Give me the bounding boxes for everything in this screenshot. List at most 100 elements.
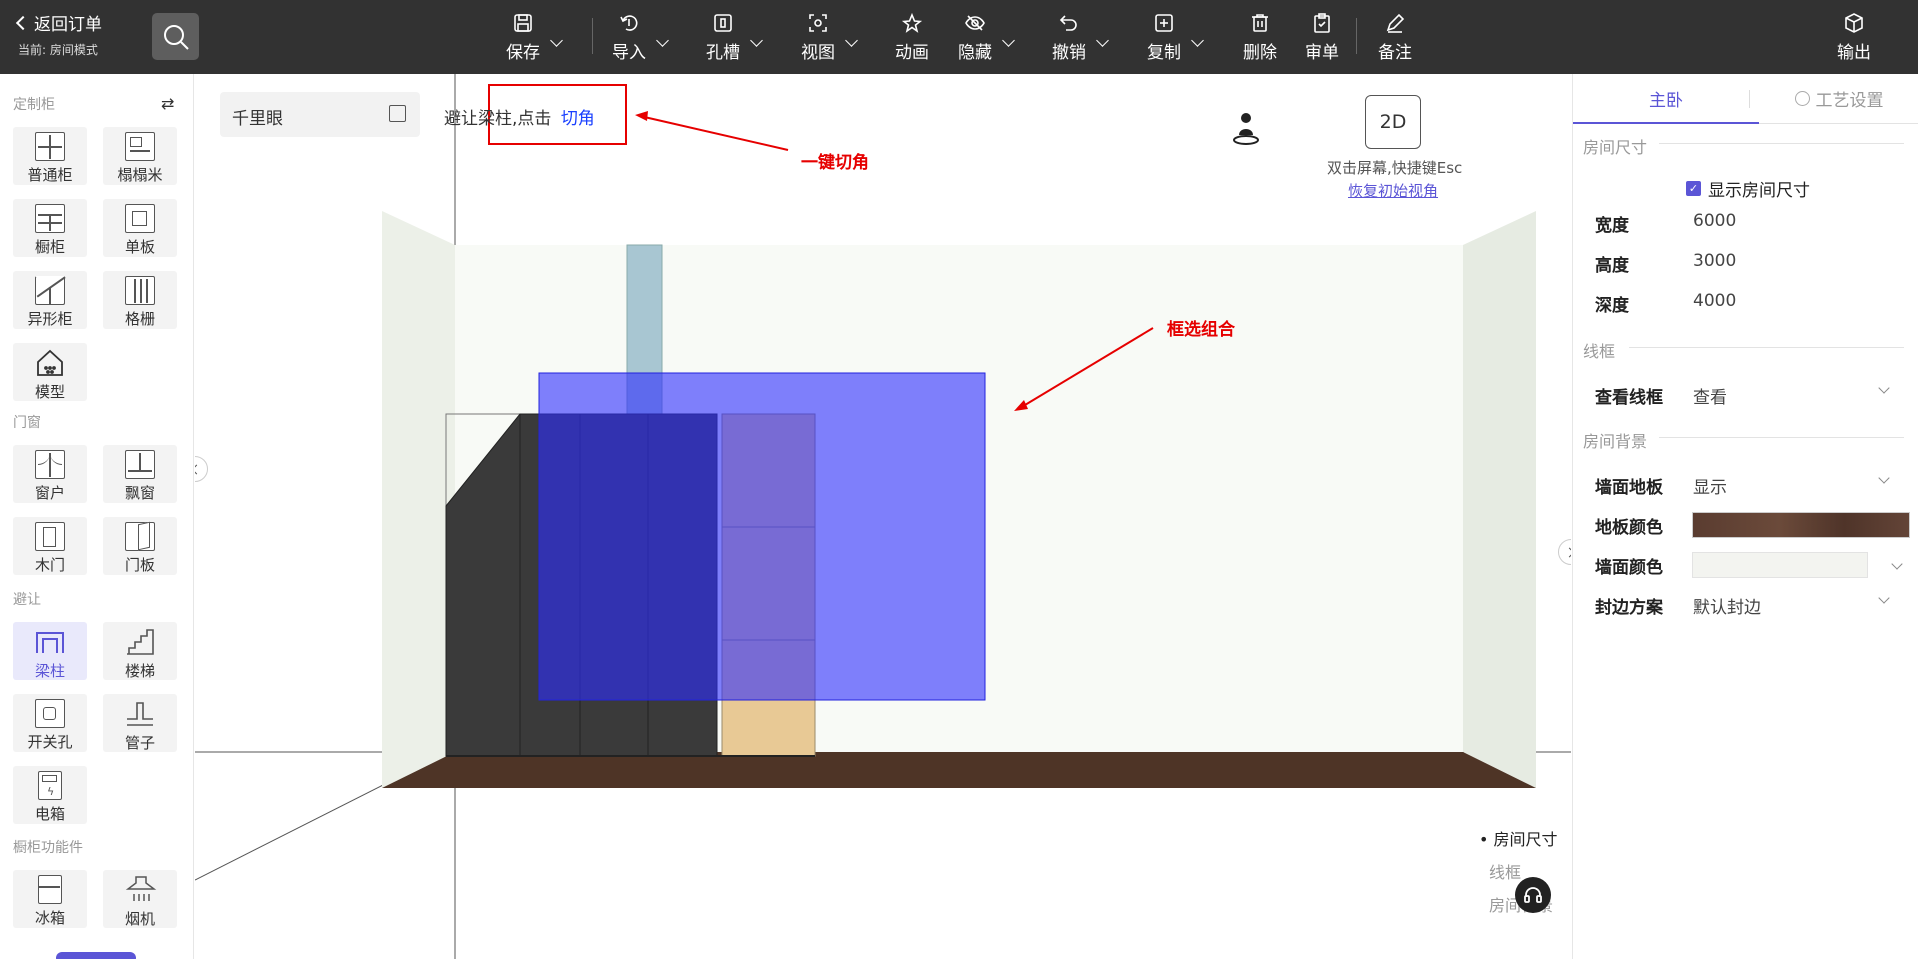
- room-size-title: 房间尺寸: [1583, 138, 1648, 157]
- check-icon: ✓: [1686, 181, 1701, 196]
- divider: [1659, 437, 1904, 438]
- item-label: 烟机: [124, 910, 155, 928]
- import-button[interactable]: 导入: [611, 6, 669, 68]
- edge-banding-select[interactable]: 默认封边: [1693, 593, 1761, 618]
- width-input[interactable]: 6000: [1693, 211, 1736, 231]
- chevron-down-icon: [656, 34, 669, 47]
- sidebar-item-beam-column[interactable]: 梁柱: [13, 622, 87, 680]
- stairs-icon: [125, 627, 155, 657]
- sidebar-item-panel[interactable]: 单板: [103, 199, 177, 257]
- item-label: 开关孔: [27, 733, 73, 751]
- sidebar-item-cabinet[interactable]: 普通柜: [13, 127, 87, 185]
- note-button[interactable]: 备注: [1377, 6, 1413, 68]
- door-icon: [35, 522, 65, 551]
- copy-label: 复制: [1147, 42, 1181, 63]
- wall-color-swatch[interactable]: [1692, 552, 1868, 578]
- export-button[interactable]: 输出: [1836, 6, 1872, 68]
- sidebar-item-bay-window[interactable]: 飘窗: [103, 445, 177, 503]
- bay-window-icon: [125, 450, 155, 479]
- save-button[interactable]: 保存: [505, 6, 563, 68]
- item-label: 楼梯: [124, 662, 155, 680]
- person-view-icon[interactable]: [1231, 110, 1261, 146]
- 3d-viewport[interactable]: 千里眼 避让梁柱,点击 切角 一键切角 框选组合 2D 双击屏幕,快捷键Esc …: [195, 74, 1571, 959]
- sidebar-item-pipe[interactable]: 管子: [103, 694, 177, 752]
- divider: [1629, 347, 1904, 348]
- floor-color-swatch[interactable]: [1692, 512, 1910, 538]
- sidebar-item-stairs[interactable]: 楼梯: [103, 622, 177, 680]
- review-icon: [1314, 12, 1330, 33]
- tab-settings[interactable]: 工艺设置: [1759, 74, 1918, 124]
- chevron-down-icon: [1878, 592, 1890, 604]
- view-2d-toggle[interactable]: 2D: [1365, 95, 1421, 149]
- room-background-title: 房间背景: [1583, 432, 1648, 451]
- slot-button[interactable]: 孔槽: [705, 6, 763, 68]
- hide-button[interactable]: 隐藏: [957, 6, 1015, 68]
- item-label: 榻榻米: [117, 166, 163, 184]
- range-hood-icon: [125, 875, 157, 905]
- swap-icon[interactable]: ⇄: [161, 94, 174, 113]
- sidebar-item-grille[interactable]: 格栅: [103, 271, 177, 329]
- sidebar-item-electric-box[interactable]: ϟ 电箱: [13, 766, 87, 824]
- sidebar-item-range-hood[interactable]: 烟机: [103, 870, 177, 928]
- review-button[interactable]: 审单: [1304, 6, 1340, 68]
- scroll-tab[interactable]: [56, 952, 136, 959]
- irregular-cabinet-icon: [35, 276, 66, 305]
- chevron-down-icon: [1878, 382, 1890, 394]
- sidebar-item-window[interactable]: 窗户: [13, 445, 87, 503]
- nav-room-size-label: 房间尺寸: [1493, 830, 1558, 849]
- tab-bedroom[interactable]: 主卧: [1573, 74, 1759, 124]
- note-label: 备注: [1378, 42, 1412, 63]
- sidebar-item-kitchen-cabinet[interactable]: 橱柜: [13, 199, 87, 257]
- wireframe-select[interactable]: 查看: [1693, 383, 1727, 408]
- show-room-size-label: 显示房间尺寸: [1708, 181, 1810, 201]
- reset-view-link[interactable]: 恢复初始视角: [1348, 180, 1438, 201]
- mode-label: 当前: 房间模式: [18, 43, 98, 57]
- beam-column-icon: [35, 627, 65, 657]
- divider: [1659, 143, 1904, 144]
- view-button[interactable]: 视图: [800, 6, 858, 68]
- animation-label: 动画: [895, 42, 929, 63]
- animation-button[interactable]: 动画: [894, 6, 930, 68]
- cut-corner-link[interactable]: 切角: [561, 109, 595, 129]
- external-link-icon[interactable]: [389, 105, 406, 122]
- sidebar-item-switch-hole[interactable]: 开关孔: [13, 694, 87, 752]
- wall-floor-select[interactable]: 显示: [1693, 473, 1727, 498]
- nav-room-size[interactable]: • 房间尺寸: [1479, 823, 1558, 856]
- panel-icon: [125, 204, 155, 233]
- depth-input[interactable]: 4000: [1693, 291, 1736, 311]
- save-label: 保存: [506, 42, 540, 63]
- slot-icon: [714, 13, 732, 32]
- section-title: 橱柜功能件: [13, 840, 83, 856]
- item-label: 普通柜: [27, 166, 73, 184]
- item-label: 梁柱: [34, 662, 65, 680]
- delete-label: 删除: [1243, 42, 1277, 63]
- tab-settings-label: 工艺设置: [1815, 91, 1884, 111]
- search-button[interactable]: [152, 13, 199, 60]
- item-label: 格栅: [124, 310, 155, 328]
- chevron-right-icon: [1564, 547, 1571, 557]
- sidebar-item-fridge[interactable]: 冰箱: [13, 870, 87, 928]
- chevron-left-icon: [15, 15, 31, 30]
- sidebar-item-tatami[interactable]: 榻榻米: [103, 127, 177, 185]
- support-button[interactable]: [1515, 877, 1551, 913]
- sidebar-item-wood-door[interactable]: 木门: [13, 517, 87, 575]
- export-icon: [1845, 12, 1863, 33]
- sidebar-item-irregular-cabinet[interactable]: 异形柜: [13, 271, 87, 329]
- back-to-order-button[interactable]: 返回订单 当前: 房间模式: [15, 10, 102, 58]
- copy-icon: [1155, 13, 1173, 32]
- review-label: 审单: [1305, 42, 1339, 63]
- sidebar-item-model[interactable]: 模型: [13, 343, 87, 401]
- chevron-down-icon[interactable]: [1891, 558, 1903, 570]
- sidebar-item-door-panel[interactable]: 门板: [103, 517, 177, 575]
- show-room-size-checkbox[interactable]: ✓ 显示房间尺寸: [1686, 176, 1810, 201]
- undo-button[interactable]: 撤销: [1051, 6, 1109, 68]
- panorama-box[interactable]: 千里眼: [220, 92, 420, 137]
- chevron-left-icon: [195, 464, 202, 474]
- panorama-label: 千里眼: [232, 109, 283, 129]
- delete-button[interactable]: 删除: [1242, 6, 1278, 68]
- section-title: 避让: [13, 592, 41, 608]
- copy-button[interactable]: 复制: [1146, 6, 1204, 68]
- note-icon: [1386, 13, 1405, 33]
- height-input[interactable]: 3000: [1693, 251, 1736, 271]
- width-label: 宽度: [1595, 216, 1629, 236]
